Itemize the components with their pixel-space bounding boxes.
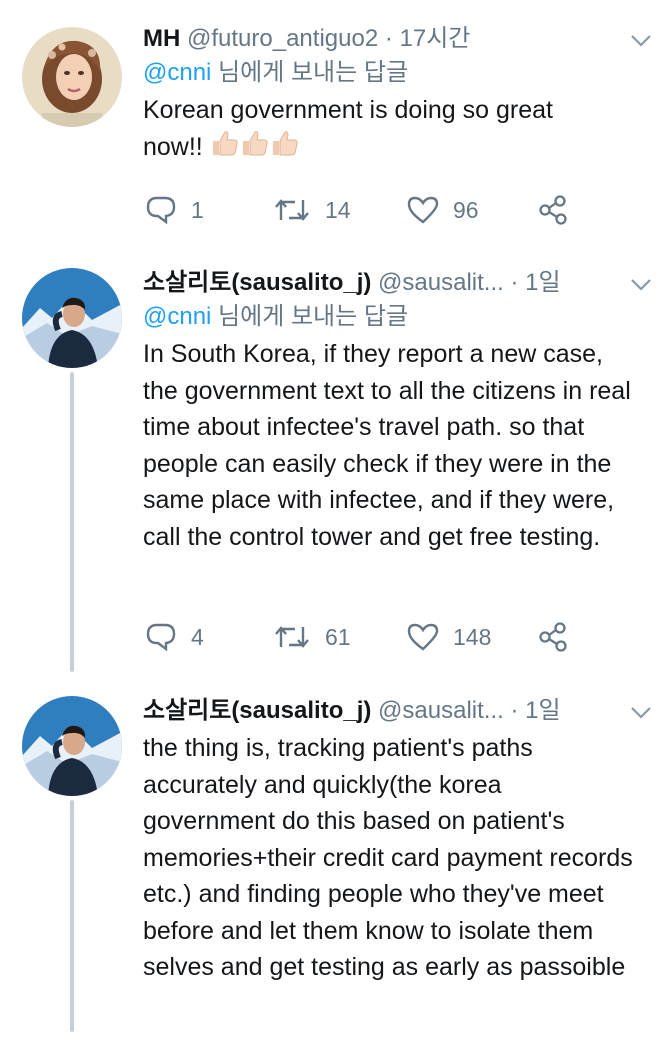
timestamp[interactable]: 17시간 <box>400 25 471 52</box>
avatar[interactable] <box>22 268 122 368</box>
mention-link[interactable]: @cnni <box>143 59 211 86</box>
like-button[interactable]: 96 <box>407 190 479 230</box>
mention-link[interactable]: @cnni <box>143 303 211 330</box>
reply-to-label: 님에게 보내는 답글 <box>211 59 409 86</box>
reply-button[interactable]: 4 <box>145 617 204 657</box>
tweet-actions: 4 61 148 <box>143 617 623 657</box>
share-button[interactable] <box>538 617 568 657</box>
display-name[interactable]: MH <box>143 25 180 52</box>
display-name[interactable]: 소살리토(sausalito_j) <box>143 269 371 296</box>
share-icon <box>539 622 567 652</box>
tweet-header: 소살리토(sausalito_j) @sausalit... · 1일 <box>143 266 650 300</box>
reply-to-line: @cnni 님에게 보내는 답글 <box>143 300 650 334</box>
heart-icon <box>407 623 439 651</box>
reply-count: 1 <box>191 196 204 223</box>
chevron-down-icon[interactable] <box>630 278 652 296</box>
tweet-text: Korean government is doing so great now!… <box>143 92 613 167</box>
retweet-button[interactable]: 61 <box>273 617 351 657</box>
tweet-actions: 1 14 96 <box>143 190 623 230</box>
user-handle[interactable]: @sausalit... <box>378 269 504 296</box>
like-count: 148 <box>453 623 492 650</box>
tweet-text: the thing is, tracking patient's paths a… <box>143 734 633 981</box>
retweet-button[interactable]: 14 <box>273 190 351 230</box>
timestamp[interactable]: 1일 <box>525 697 560 724</box>
share-button[interactable] <box>538 190 568 230</box>
thread-line <box>70 800 74 1032</box>
thread-line <box>70 372 74 672</box>
like-count: 96 <box>453 196 479 223</box>
chevron-down-icon[interactable] <box>630 706 652 724</box>
user-handle[interactable]: @sausalit... <box>378 697 504 724</box>
separator-dot: · <box>384 25 393 52</box>
display-name[interactable]: 소살리토(sausalito_j) <box>143 697 371 724</box>
tweet[interactable]: MH @futuro_antiguo2 · 17시간 @cnni 님에게 보내는… <box>0 0 670 250</box>
reply-to-label: 님에게 보내는 답글 <box>211 303 409 330</box>
tweet-header: MH @futuro_antiguo2 · 17시간 <box>143 22 650 56</box>
reply-button[interactable]: 1 <box>145 190 204 230</box>
tweet[interactable]: 소살리토(sausalito_j) @sausalit... · 1일 @cnn… <box>0 250 670 680</box>
tweet-text-body: Korean government is doing so great now!… <box>143 96 553 161</box>
avatar[interactable] <box>22 27 122 127</box>
retweet-count: 61 <box>325 623 351 650</box>
reply-count: 4 <box>191 623 204 650</box>
thumbs-up-icon <box>240 129 270 168</box>
reply-to-line: @cnni 님에게 보내는 답글 <box>143 56 650 90</box>
separator-dot: · <box>510 697 519 724</box>
chevron-down-icon[interactable] <box>630 34 652 52</box>
thumbs-up-icon <box>270 129 300 168</box>
reply-icon <box>146 196 176 225</box>
tweet-text: In South Korea, if they report a new cas… <box>143 340 631 551</box>
like-button[interactable]: 148 <box>407 617 491 657</box>
tweet-feed: MH @futuro_antiguo2 · 17시간 @cnni 님에게 보내는… <box>0 0 670 1053</box>
retweet-icon <box>275 626 309 648</box>
user-handle[interactable]: @futuro_antiguo2 <box>187 25 378 52</box>
tweet-header: 소살리토(sausalito_j) @sausalit... · 1일 <box>143 694 650 728</box>
timestamp[interactable]: 1일 <box>525 269 560 296</box>
heart-icon <box>407 196 439 224</box>
tweet[interactable]: 소살리토(sausalito_j) @sausalit... · 1일 the … <box>0 680 670 1053</box>
thumbs-up-icon <box>210 129 240 168</box>
reply-icon <box>146 623 176 652</box>
share-icon <box>539 195 567 225</box>
separator-dot: · <box>510 269 519 296</box>
avatar[interactable] <box>22 696 122 796</box>
retweet-count: 14 <box>325 196 351 223</box>
retweet-icon <box>275 199 309 221</box>
